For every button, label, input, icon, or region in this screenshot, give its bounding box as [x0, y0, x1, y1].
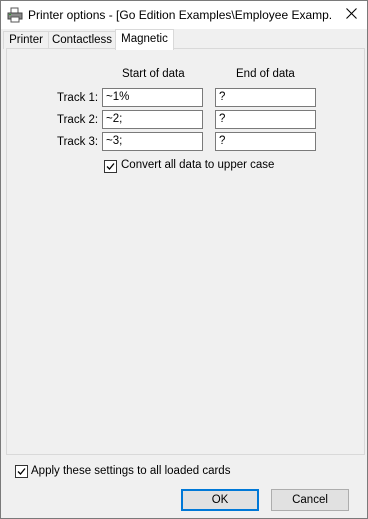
track-2-label: Track 2:	[57, 114, 99, 126]
title-bar[interactable]: Printer options - [Go Edition Examples\E…	[1, 1, 367, 29]
track-2-end-input[interactable]: ?	[215, 110, 316, 129]
apply-all-checkbox[interactable]	[15, 465, 28, 478]
cancel-button[interactable]: Cancel	[271, 489, 349, 511]
printer-options-dialog: Printer options - [Go Edition Examples\E…	[0, 0, 368, 519]
uppercase-checkbox-label[interactable]: Convert all data to upper case	[121, 159, 274, 171]
ok-button[interactable]: OK	[181, 489, 259, 511]
magnetic-tab-panel: Start of data End of data Track 1: ~1% ?…	[6, 48, 365, 455]
track-1-label: Track 1:	[57, 92, 99, 104]
track-2-start-input[interactable]: ~2;	[102, 110, 203, 129]
start-of-data-header: Start of data	[122, 68, 185, 80]
uppercase-checkbox[interactable]	[104, 160, 117, 173]
printer-icon	[7, 7, 23, 23]
track-3-start-input[interactable]: ~3;	[102, 132, 203, 151]
tab-magnetic[interactable]: Magnetic	[115, 29, 174, 50]
checkmark-icon	[17, 468, 26, 475]
checkmark-icon	[106, 163, 115, 170]
window-title: Printer options - [Go Edition Examples\E…	[28, 8, 333, 22]
close-icon	[345, 8, 357, 22]
track-1-start-input[interactable]: ~1%	[102, 88, 203, 107]
tab-contactless[interactable]: Contactless	[48, 31, 116, 49]
track-1-end-input[interactable]: ?	[215, 88, 316, 107]
tab-printer[interactable]: Printer	[3, 31, 49, 49]
track-3-label: Track 3:	[57, 136, 99, 148]
end-of-data-header: End of data	[236, 68, 295, 80]
apply-all-checkbox-label[interactable]: Apply these settings to all loaded cards	[31, 465, 230, 477]
track-3-end-input[interactable]: ?	[215, 132, 316, 151]
close-button[interactable]	[335, 1, 367, 29]
